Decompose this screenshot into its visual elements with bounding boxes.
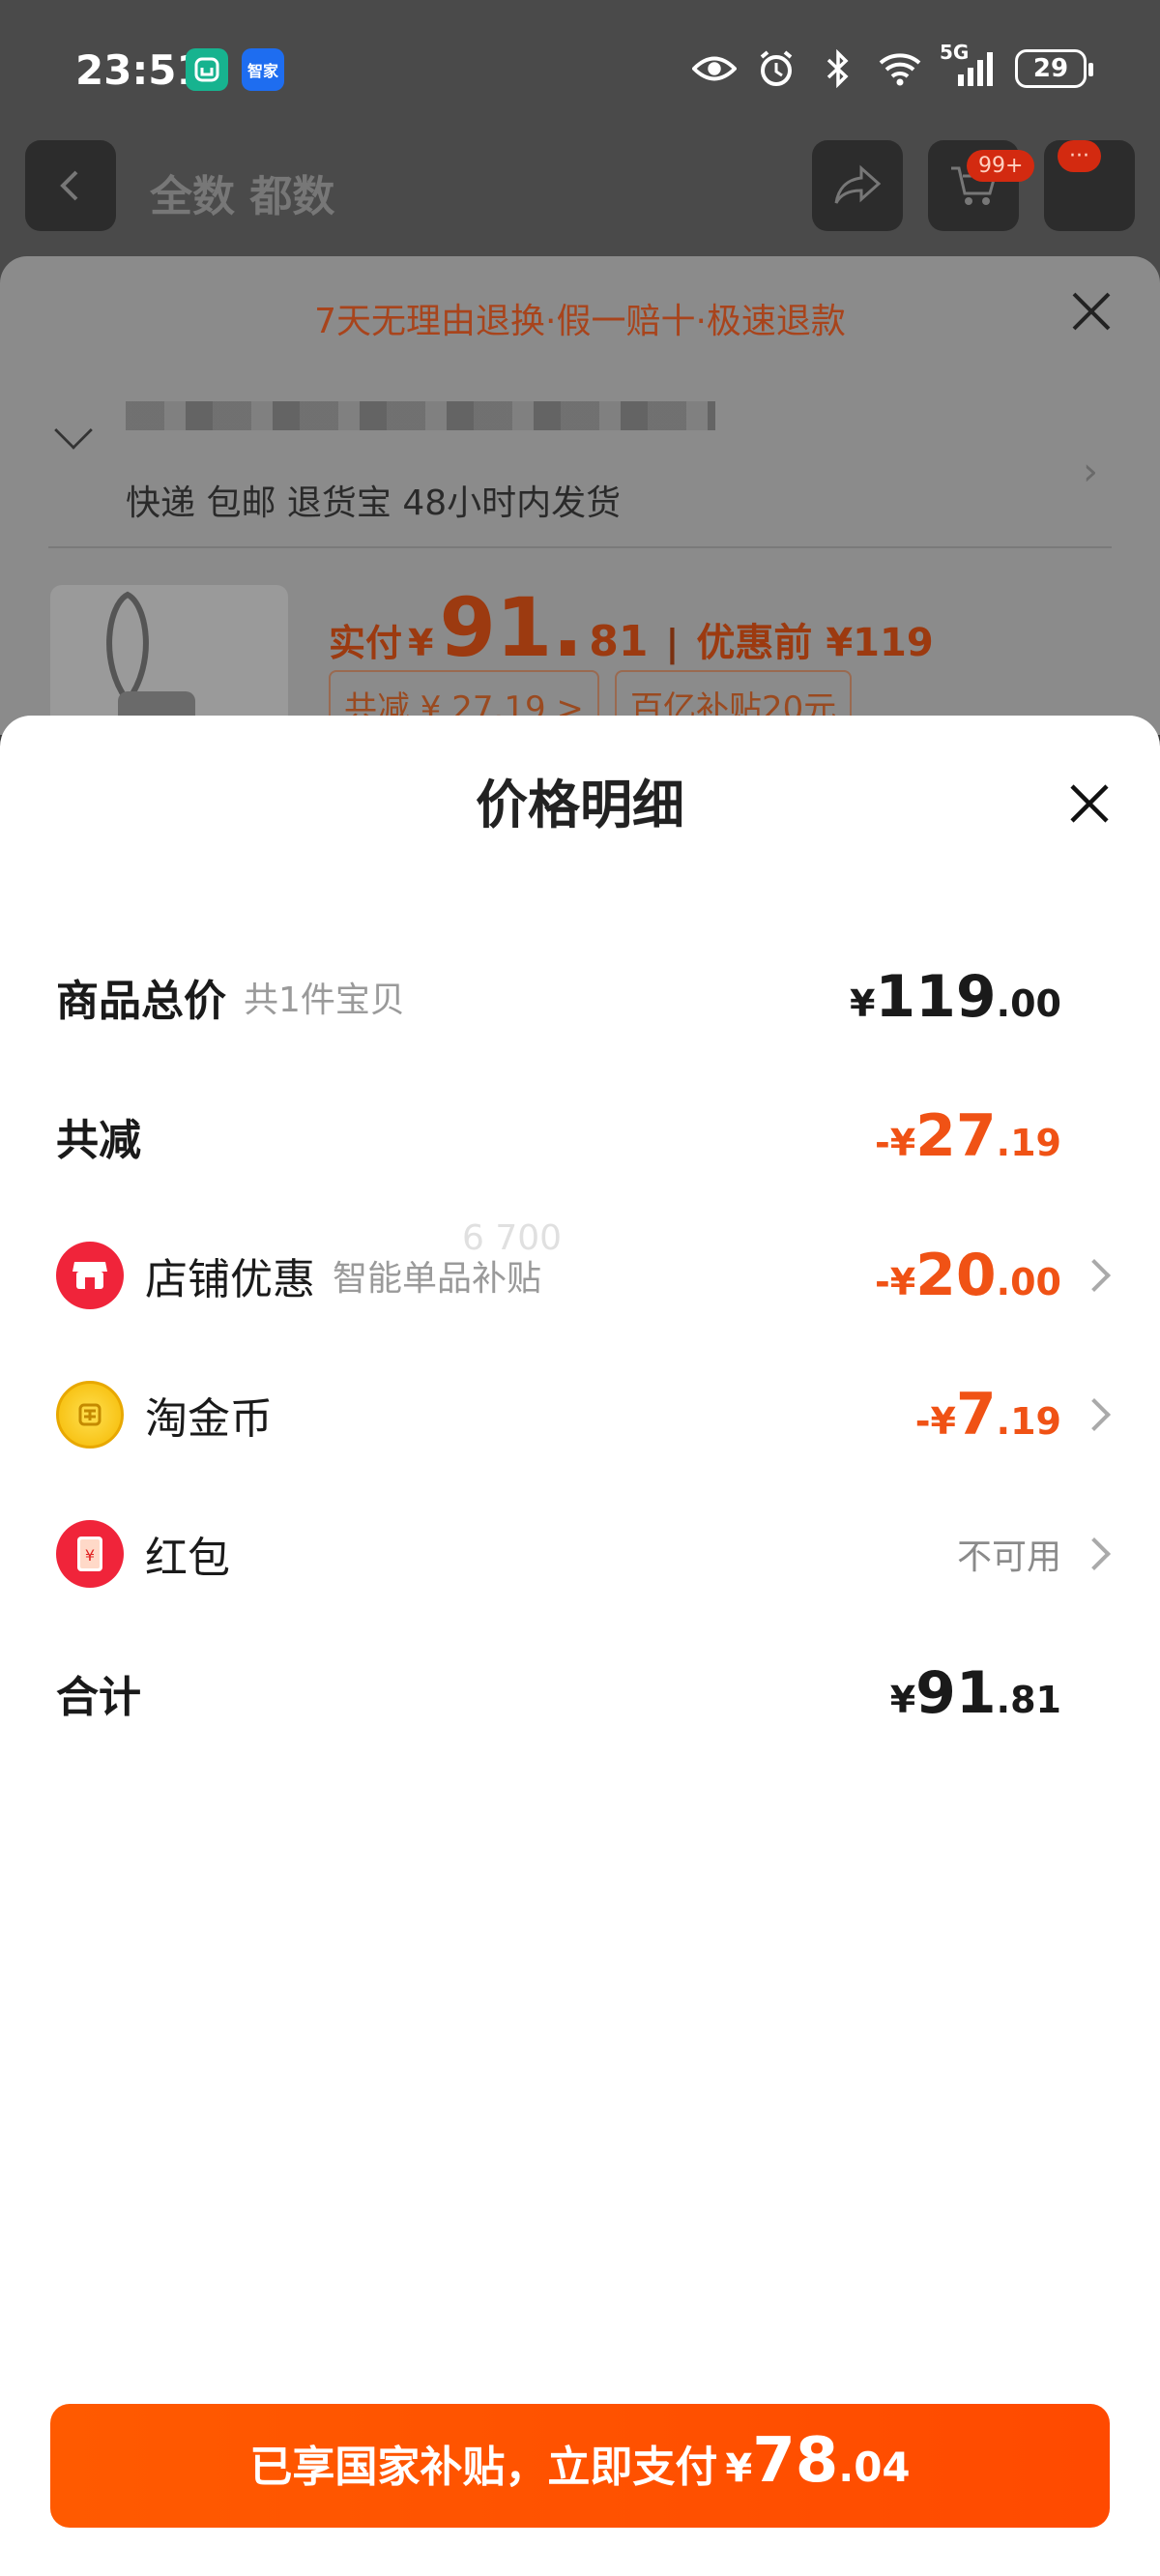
top-nav: 全数 都数 99+ ···	[0, 140, 1160, 237]
more-badge: ···	[1058, 140, 1101, 172]
smart-home-icon: 智家	[242, 48, 284, 91]
chevron-right-icon[interactable]: ›	[1083, 450, 1098, 494]
row-label: 商品总价	[56, 977, 226, 1026]
sheet-title: 价格明细	[476, 775, 684, 835]
status-icons: 5G 29	[692, 41, 1093, 91]
row-label: 合计	[56, 1673, 141, 1722]
row-sub: 共1件宝贝	[244, 981, 405, 1020]
amount: -¥ 7 .19	[914, 1381, 1061, 1449]
nav-title: 全数 都数	[150, 172, 335, 221]
coin-icon	[56, 1381, 124, 1449]
amount: ¥ 119 .00	[849, 963, 1061, 1031]
share-button[interactable]	[812, 140, 903, 231]
watermark: 6 700	[462, 1218, 563, 1258]
amount: -¥ 27 .19	[874, 1102, 1061, 1170]
paid-price: 实付 ¥ 91. 81 | 优惠前 ¥119	[329, 580, 934, 675]
row-shop-discount[interactable]: 店铺优惠 智能单品补贴 -¥ 20 .00	[56, 1232, 1160, 1319]
chevron-left-icon	[60, 170, 78, 201]
product-thumbnail	[50, 585, 288, 735]
mi-home-icon	[186, 48, 228, 91]
promo-text: 7天无理由退换·假一赔十·极速退款	[314, 302, 846, 341]
status-bar: 23:51 智家 5G 29	[0, 0, 1160, 135]
battery-indicator: 29	[1015, 49, 1093, 88]
cart-badge: 99+	[967, 150, 1035, 182]
row-taojinbi[interactable]: 淘金币 -¥ 7 .19	[56, 1371, 1160, 1458]
shop-icon	[56, 1242, 124, 1309]
eye-icon	[692, 46, 737, 91]
back-button[interactable]	[25, 140, 116, 231]
row-label: 红包	[145, 1534, 230, 1583]
blurred-address	[126, 401, 715, 430]
background-page: 23:51 智家 5G 29 全数 都数 99+ ··· 7天无理由退换·假一赔…	[0, 0, 1160, 735]
chevron-right-icon	[1078, 1259, 1111, 1292]
close-icon[interactable]	[1069, 289, 1114, 334]
service-sheet: 7天无理由退换·假一赔十·极速退款 快递 包邮 退货宝 48小时内发货 › 实付…	[0, 256, 1160, 735]
close-icon[interactable]	[1067, 781, 1112, 826]
wifi-icon	[878, 46, 922, 91]
chevron-right-icon	[1078, 1537, 1111, 1570]
price-detail-sheet: 价格明细 商品总价 共1件宝贝 ¥ 119 .00 共减 -¥ 27 .19 店…	[0, 716, 1160, 2576]
amount: -¥ 20 .00	[874, 1242, 1061, 1309]
chevron-right-icon	[1078, 1398, 1111, 1431]
pay-button-label: 已享国家补贴，立即支付	[249, 2443, 718, 2492]
red-packet-status: 不可用	[956, 1537, 1061, 1577]
svg-text:¥: ¥	[85, 1546, 95, 1565]
row-red-packet[interactable]: ¥ 红包 不可用	[56, 1510, 1160, 1597]
divider	[48, 546, 1112, 548]
row-label: 店铺优惠	[145, 1255, 315, 1304]
share-icon	[834, 164, 882, 204]
red-packet-icon: ¥	[56, 1520, 124, 1588]
pre-discount-price: 优惠前 ¥119	[696, 621, 934, 665]
signal-icon: 5G	[940, 41, 998, 91]
row-total-price: 商品总价 共1件宝贝 ¥ 119 .00	[56, 953, 1160, 1040]
alarm-icon	[754, 46, 798, 91]
row-sum: 合计 ¥ 91 .81	[56, 1650, 1160, 1737]
checkbox-icon[interactable]	[54, 411, 93, 450]
bluetooth-icon	[816, 46, 860, 91]
row-total-discount: 共减 -¥ 27 .19	[56, 1093, 1160, 1180]
shipping-info: 快递 包邮 退货宝 48小时内发货	[126, 483, 622, 523]
pay-now-button[interactable]: 已享国家补贴，立即支付 ¥ 78 .04	[50, 2404, 1110, 2528]
amount: ¥ 91 .81	[889, 1659, 1061, 1727]
row-label: 淘金币	[145, 1394, 273, 1444]
row-label: 共减	[56, 1116, 141, 1165]
